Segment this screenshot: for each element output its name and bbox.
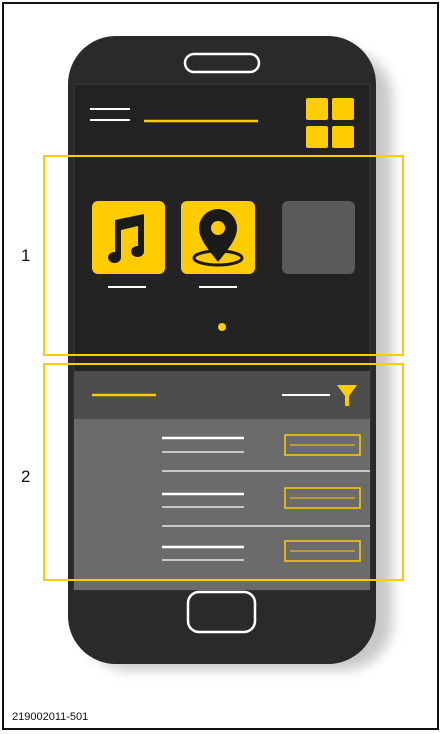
callout-label-1: 1	[21, 246, 31, 265]
document-id: 219002011-501	[12, 711, 89, 723]
page-indicator-dot	[218, 323, 226, 331]
callout-label-2: 2	[21, 467, 31, 486]
phone-illustration	[43, 36, 404, 670]
music-tile[interactable]	[92, 201, 165, 274]
placeholder-tile[interactable]	[282, 201, 355, 274]
location-tile[interactable]	[181, 201, 255, 274]
